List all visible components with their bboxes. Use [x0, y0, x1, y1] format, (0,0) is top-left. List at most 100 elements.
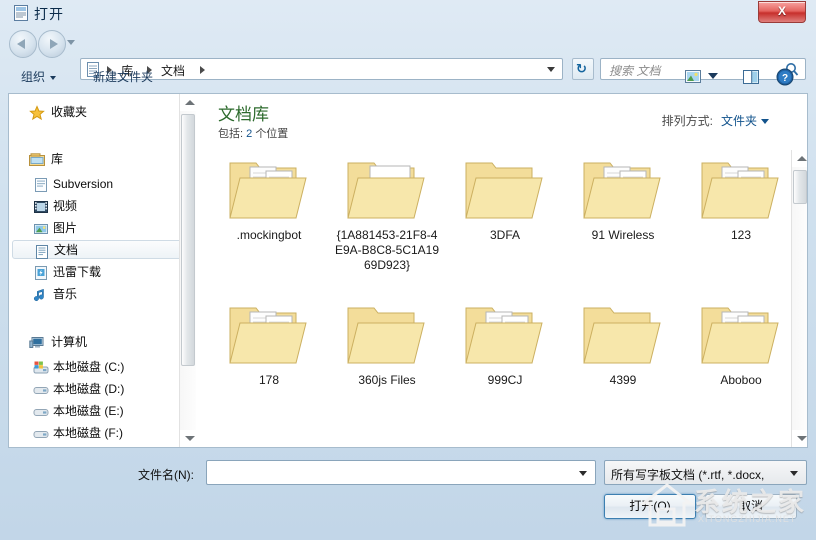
- sidebar-item-documents[interactable]: 文档: [12, 240, 190, 259]
- organize-label: 组织: [21, 70, 46, 84]
- file-item[interactable]: [214, 444, 324, 447]
- file-item[interactable]: 178: [214, 299, 324, 388]
- system-drive-icon: [33, 360, 49, 376]
- sidebar-group-favorites[interactable]: 收藏夹: [9, 102, 179, 123]
- sidebar-scrollbar-thumb[interactable]: [181, 114, 195, 366]
- sidebar-scroll-up-icon[interactable]: [180, 94, 196, 111]
- sidebar-label-thunder-download: 迅雷下载: [53, 265, 102, 279]
- sidebar-item-drive-c[interactable]: 本地磁盘 (C:): [9, 357, 179, 378]
- folder-icon: [344, 299, 430, 369]
- folder-icon: [462, 444, 548, 447]
- video-icon: [33, 199, 49, 215]
- file-item[interactable]: [450, 444, 560, 447]
- sidebar-item-drive-f[interactable]: 本地磁盘 (F:): [9, 423, 179, 444]
- file-item[interactable]: 360js Files: [332, 299, 442, 388]
- sidebar-scroll-down-icon[interactable]: [180, 430, 196, 447]
- file-item-label: 3DFA: [489, 228, 520, 242]
- library-subtitle: 包括: 2 个位置: [218, 125, 288, 141]
- music-icon: [33, 287, 49, 303]
- file-list-scrollbar-thumb[interactable]: [793, 170, 807, 204]
- new-folder-button[interactable]: 新建文件夹: [88, 68, 158, 87]
- drive-icon: [33, 382, 49, 398]
- file-list-scrollbar[interactable]: [791, 150, 807, 447]
- sidebar-item-thunder-download[interactable]: 迅雷下载: [9, 262, 179, 283]
- back-button[interactable]: [9, 30, 37, 58]
- forward-arrow-icon: [50, 39, 58, 49]
- file-list-scrollbar-track[interactable]: [792, 167, 807, 430]
- close-button[interactable]: X: [758, 1, 806, 23]
- preview-pane-button[interactable]: [742, 68, 760, 88]
- sidebar-scrollbar[interactable]: [179, 94, 196, 447]
- svg-text:?: ?: [782, 73, 788, 84]
- folder-icon: [698, 444, 784, 447]
- file-item[interactable]: 123: [686, 154, 791, 243]
- filename-input[interactable]: [206, 460, 596, 485]
- sidebar-group-computer[interactable]: 计算机: [9, 332, 179, 353]
- title-bar: 打开 X: [0, 0, 816, 24]
- thunder-download-icon: [33, 265, 49, 281]
- file-item[interactable]: [686, 444, 791, 447]
- file-item[interactable]: 3DFA: [450, 154, 560, 243]
- star-icon: [29, 105, 45, 121]
- sidebar-group-libraries[interactable]: 库: [9, 149, 179, 170]
- sidebar-item-pictures[interactable]: 图片: [9, 218, 179, 239]
- sidebar-label-drive-e: 本地磁盘 (E:): [53, 404, 124, 418]
- folder-icon: [580, 154, 666, 224]
- file-item-label: 360js Files: [358, 373, 416, 387]
- library-title: 文档库: [218, 105, 269, 124]
- file-list-scroll-down-icon[interactable]: [792, 430, 807, 447]
- file-item-label: Aboboo: [720, 373, 762, 387]
- window-title: 打开: [34, 6, 64, 22]
- folder-icon: [698, 154, 784, 224]
- file-item[interactable]: [568, 444, 678, 447]
- arrange-by-label: 排列方式:: [661, 114, 713, 128]
- navigation-bar: 库 文档 ↻ 搜索 文档: [0, 26, 816, 80]
- folder-icon: [462, 154, 548, 224]
- file-item[interactable]: Aboboo: [686, 299, 791, 388]
- file-list-scroll-up-icon[interactable]: [792, 150, 807, 167]
- dialog-content: 收藏夹 库 Subversion 视频 图片 文档 迅雷下载 音乐 计算机 本地…: [8, 93, 808, 448]
- file-item[interactable]: 4399: [568, 299, 678, 388]
- library-subtitle-suffix: 个位置: [255, 128, 289, 140]
- file-item[interactable]: 91 Wireless: [568, 154, 678, 243]
- file-item[interactable]: {1A881453-21F8-4E9A-B8C8-5C1A1969D923}: [332, 154, 442, 273]
- library-icon: [29, 152, 45, 168]
- view-mode-chevron-down-icon[interactable]: [708, 73, 718, 93]
- forward-button[interactable]: [38, 30, 66, 58]
- arrange-by-value[interactable]: 文件夹: [721, 114, 757, 128]
- sidebar-label-drive-f: 本地磁盘 (F:): [53, 426, 123, 440]
- folder-icon: [226, 444, 312, 447]
- help-button[interactable]: ?: [776, 68, 794, 88]
- documents-icon: [34, 244, 50, 260]
- sidebar-item-videos[interactable]: 视频: [9, 196, 179, 217]
- folder-icon: [344, 154, 430, 224]
- sidebar-item-subversion[interactable]: Subversion: [9, 174, 179, 195]
- filename-chevron-down-icon[interactable]: [579, 471, 587, 476]
- sidebar-label-videos: 视频: [53, 199, 78, 213]
- filetype-select[interactable]: 所有写字板文档 (*.rtf, *.docx,: [604, 460, 807, 485]
- close-icon: X: [777, 4, 786, 18]
- sidebar-label-libraries: 库: [51, 152, 64, 166]
- open-button[interactable]: 打开(O): [604, 494, 696, 519]
- sidebar-item-drive-e[interactable]: 本地磁盘 (E:): [9, 401, 179, 422]
- file-item[interactable]: [332, 444, 442, 447]
- sidebar-item-music[interactable]: 音乐: [9, 284, 179, 305]
- sidebar-item-drive-d[interactable]: 本地磁盘 (D:): [9, 379, 179, 400]
- sidebar-label-computer: 计算机: [51, 335, 88, 349]
- organize-button[interactable]: 组织: [16, 68, 61, 87]
- file-item-label: 123: [730, 228, 752, 242]
- file-item[interactable]: .mockingbot: [214, 154, 324, 243]
- file-item-label: 4399: [609, 373, 637, 387]
- view-mode-button[interactable]: [684, 68, 702, 88]
- recent-locations-chevron-down-icon[interactable]: [67, 40, 75, 45]
- library-location-count: 2: [246, 128, 253, 140]
- folder-icon: [462, 299, 548, 369]
- open-file-dialog: 打开 X 库 文档 ↻ 搜索 文档 组织 新建文件夹 ? 收藏夹 库 Subve…: [0, 0, 816, 540]
- chevron-down-icon[interactable]: [761, 119, 769, 125]
- folder-icon: [580, 299, 666, 369]
- arrange-by: 排列方式: 文件夹: [662, 112, 769, 129]
- back-arrow-icon: [17, 39, 25, 49]
- file-item[interactable]: 999CJ: [450, 299, 560, 388]
- cancel-button[interactable]: 取消: [705, 494, 797, 519]
- navigation-sidebar: 收藏夹 库 Subversion 视频 图片 文档 迅雷下载 音乐 计算机 本地…: [9, 94, 196, 447]
